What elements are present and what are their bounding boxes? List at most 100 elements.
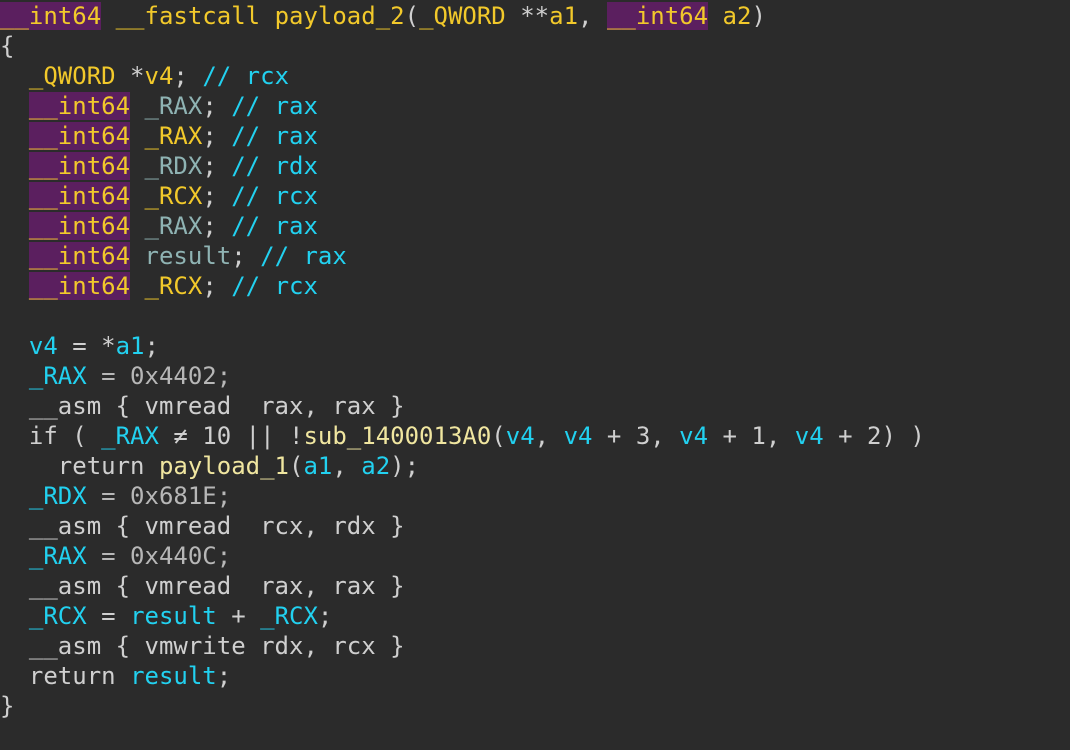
decl-comment: // rax bbox=[231, 212, 318, 240]
decl-line[interactable]: __int64 _RAX; // rax bbox=[0, 91, 1070, 121]
var-v4[interactable]: v4 bbox=[795, 422, 824, 450]
var-rcx[interactable]: _RCX bbox=[29, 602, 87, 630]
param2-name[interactable]: a2 bbox=[723, 2, 752, 30]
asm-statement[interactable]: __asm { vmread rcx, rdx } bbox=[29, 512, 405, 540]
return-keyword: return bbox=[57, 452, 159, 480]
asm-line[interactable]: __asm { vmread rcx, rdx } bbox=[0, 511, 1070, 541]
decl-comment: // rax bbox=[231, 122, 318, 150]
if-keyword: if ( bbox=[28, 422, 102, 450]
asm-statement[interactable]: __asm { vmread rax, rax } bbox=[29, 392, 405, 420]
calling-convention[interactable]: __fastcall bbox=[116, 2, 261, 30]
decl-semi: ; bbox=[173, 62, 188, 90]
decl-type[interactable]: __int64 bbox=[28, 242, 131, 270]
decl-type[interactable]: __int64 bbox=[28, 152, 131, 180]
decl-name[interactable]: _RCX bbox=[145, 272, 203, 300]
var-result[interactable]: result bbox=[130, 602, 217, 630]
open-paren: ( bbox=[491, 422, 506, 450]
param1-type[interactable]: _QWORD bbox=[419, 2, 506, 30]
var-rdx[interactable]: _RDX bbox=[29, 482, 87, 510]
return-type[interactable]: __int64 bbox=[0, 2, 102, 30]
stmt-line[interactable]: _RAX = 0x4402; bbox=[0, 361, 1070, 391]
decl-name[interactable]: _RAX bbox=[145, 212, 203, 240]
var-rax[interactable]: _RAX bbox=[29, 362, 87, 390]
decl-comment: // rdx bbox=[231, 152, 318, 180]
close-paren: + 2) ) bbox=[823, 422, 925, 450]
close-paren: ); bbox=[390, 452, 420, 480]
var-v4[interactable]: v4 bbox=[679, 422, 708, 450]
decl-name[interactable]: _RDX bbox=[145, 152, 203, 180]
decl-type[interactable]: __int64 bbox=[28, 212, 131, 240]
function-signature[interactable]: __int64 __fastcall payload_2(_QWORD **a1… bbox=[0, 1, 1070, 31]
open-paren: ( bbox=[404, 2, 420, 30]
var-rcx[interactable]: _RCX bbox=[260, 602, 318, 630]
open-brace-line: { bbox=[0, 31, 1070, 61]
stmt-line[interactable]: _RDX = 0x681E; bbox=[0, 481, 1070, 511]
decl-type[interactable]: __int64 bbox=[28, 122, 131, 150]
operator: + bbox=[216, 602, 261, 630]
decl-line[interactable]: __int64 _RAX; // rax bbox=[0, 121, 1070, 151]
stmt-line[interactable]: _RAX = 0x440C; bbox=[0, 541, 1070, 571]
call-sub-1400013a0[interactable]: sub_1400013A0 bbox=[303, 422, 491, 450]
call-payload-1[interactable]: payload_1 bbox=[159, 452, 289, 480]
decl-comment: // rcx bbox=[202, 62, 290, 90]
asm-line[interactable]: __asm { vmwrite rdx, rcx } bbox=[0, 631, 1070, 661]
var-rax[interactable]: _RAX bbox=[101, 422, 159, 450]
asm-line[interactable]: __asm { vmread rax, rax } bbox=[0, 391, 1070, 421]
decl-type[interactable]: __int64 bbox=[28, 92, 131, 120]
decl-line[interactable]: __int64 _RAX; // rax bbox=[0, 211, 1070, 241]
decl-type[interactable]: __int64 bbox=[28, 182, 131, 210]
asm-statement[interactable]: __asm { vmwrite rdx, rcx } bbox=[29, 632, 405, 660]
decl-comment: // rcx bbox=[231, 272, 318, 300]
var-a2[interactable]: a2 bbox=[361, 452, 390, 480]
decl-mid bbox=[130, 212, 144, 240]
decl-name[interactable]: _RAX bbox=[145, 92, 203, 120]
var-v4[interactable]: v4 bbox=[506, 422, 535, 450]
decl-line[interactable]: __int64 result; // rax bbox=[0, 241, 1070, 271]
decl-name[interactable]: v4 bbox=[145, 62, 174, 90]
return-line[interactable]: return result; bbox=[0, 661, 1070, 691]
stmt-line[interactable]: _RCX = result + _RCX; bbox=[0, 601, 1070, 631]
decl-semi: ; bbox=[202, 152, 217, 180]
asm-statement[interactable]: __asm { vmread rax, rax } bbox=[29, 572, 405, 600]
decl-mid bbox=[130, 242, 144, 270]
param1-ptr: ** bbox=[505, 2, 550, 30]
var-v4[interactable]: v4 bbox=[564, 422, 593, 450]
return-keyword: return bbox=[28, 662, 131, 690]
decl-type[interactable]: __int64 bbox=[28, 272, 131, 300]
decl-line[interactable]: _QWORD *v4; // rcx bbox=[0, 61, 1070, 91]
asm-line[interactable]: __asm { vmread rax, rax } bbox=[0, 571, 1070, 601]
assignment-rest: = 0x681E; bbox=[86, 482, 232, 510]
decl-comment: // rcx bbox=[231, 182, 318, 210]
decl-semi: ; bbox=[231, 242, 246, 270]
close-paren: ) bbox=[751, 2, 766, 30]
decl-name[interactable]: _RAX bbox=[145, 122, 203, 150]
var-a1[interactable]: a1 bbox=[116, 332, 145, 360]
semicolon: ; bbox=[144, 332, 159, 360]
decl-name[interactable]: _RCX bbox=[145, 182, 203, 210]
stmt-line[interactable]: v4 = *a1; bbox=[0, 331, 1070, 361]
decl-comment: // rax bbox=[231, 92, 318, 120]
var-result[interactable]: result bbox=[130, 662, 217, 690]
decl-line[interactable]: __int64 _RCX; // rcx bbox=[0, 271, 1070, 301]
decl-semi: ; bbox=[202, 272, 217, 300]
param2-type[interactable]: __int64 bbox=[606, 2, 709, 30]
decl-semi: ; bbox=[202, 122, 217, 150]
function-name[interactable]: payload_2 bbox=[275, 2, 405, 30]
semicolon: ; bbox=[216, 662, 232, 690]
param1-name[interactable]: a1 bbox=[549, 2, 578, 30]
var-a1[interactable]: a1 bbox=[303, 452, 332, 480]
decl-semi: ; bbox=[202, 182, 217, 210]
decl-name[interactable]: result bbox=[145, 242, 232, 270]
decl-comment: // rax bbox=[260, 242, 347, 270]
decl-line[interactable]: __int64 _RDX; // rdx bbox=[0, 151, 1070, 181]
pseudocode-editor[interactable]: __int64 __fastcall payload_2(_QWORD **a1… bbox=[0, 0, 1070, 750]
close-brace: } bbox=[0, 692, 15, 720]
arg-sep: + 3, bbox=[592, 422, 680, 450]
var-v4[interactable]: v4 bbox=[29, 332, 58, 360]
decl-type[interactable]: _QWORD bbox=[29, 62, 116, 90]
if-line[interactable]: if ( _RAX ≠ 10 || !sub_1400013A0(v4, v4 … bbox=[0, 421, 1070, 451]
decl-line[interactable]: __int64 _RCX; // rcx bbox=[0, 181, 1070, 211]
return-line[interactable]: return payload_1(a1, a2); bbox=[0, 451, 1070, 481]
var-rax[interactable]: _RAX bbox=[29, 542, 87, 570]
assignment-rest: = 0x440C; bbox=[86, 542, 232, 570]
